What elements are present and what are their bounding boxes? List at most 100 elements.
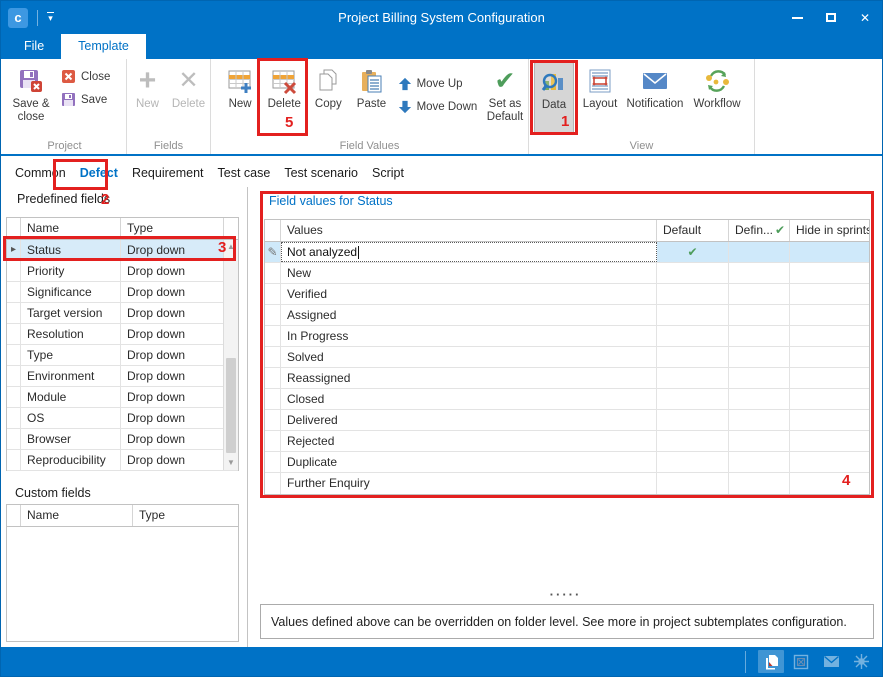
table-row[interactable]: Resolution Drop down [7, 324, 238, 345]
save-button[interactable]: Save [61, 90, 110, 109]
paste-icon [359, 64, 385, 98]
statusbar-data-view-icon[interactable] [758, 650, 784, 673]
default-check-cell[interactable]: ✔ [657, 242, 729, 262]
fields-new-button: + New [129, 62, 167, 111]
ribbon-tab-row: File Template [1, 34, 882, 59]
close-x-icon [61, 69, 76, 84]
table-row[interactable]: Solved [265, 347, 869, 368]
table-row[interactable]: OS Drop down [7, 408, 238, 429]
statusbar-separator [745, 651, 746, 673]
table-row[interactable]: Browser Drop down [7, 429, 238, 450]
notification-icon [641, 64, 669, 98]
table-row[interactable]: Further Enquiry [265, 473, 869, 494]
tab-script[interactable]: Script [366, 161, 410, 185]
table-row[interactable]: New [265, 263, 869, 284]
ribbon-group-field-values: New Delete [211, 59, 529, 154]
column-header-name[interactable]: Name [21, 505, 133, 526]
value-edit-cell[interactable]: Not analyzed [281, 242, 657, 262]
minimize-icon [792, 17, 803, 19]
column-header-hide-in-sprints[interactable]: Hide in sprints [790, 220, 869, 241]
tab-file[interactable]: File [7, 34, 61, 59]
defined-check-icon: ✔ [775, 220, 785, 241]
status-bar [1, 647, 882, 676]
vertical-scrollbar[interactable]: ▲ ▼ [223, 240, 238, 470]
table-row[interactable]: ✎ Not analyzed ✔ [265, 242, 869, 263]
maximize-button[interactable] [814, 1, 848, 34]
statusbar-notification-icon[interactable] [818, 650, 844, 673]
predefined-grid-header: Name Type [7, 218, 238, 240]
table-row[interactable]: Assigned [265, 305, 869, 326]
splitter-handle[interactable]: ····· [249, 587, 882, 602]
close-button[interactable]: Close [61, 67, 110, 86]
tab-requirement[interactable]: Requirement [126, 161, 210, 185]
set-as-default-button[interactable]: ✔ Set as Default [482, 62, 528, 124]
tab-test-scenario[interactable]: Test scenario [278, 161, 364, 185]
predefined-fields-label: Predefined fields [17, 192, 110, 206]
app-window: c ▾ Project Billing System Configuration… [0, 0, 883, 677]
table-row[interactable]: ▸ Status Drop down [7, 240, 238, 261]
move-down-button[interactable]: Move Down [398, 97, 482, 116]
tab-common[interactable]: Common [9, 161, 72, 185]
table-row[interactable]: Module Drop down [7, 387, 238, 408]
paste-button[interactable]: Paste [349, 62, 393, 111]
table-row[interactable]: Environment Drop down [7, 366, 238, 387]
workflow-view-button[interactable]: Workflow [688, 62, 746, 111]
row-indicator-arrow: ▸ [7, 240, 21, 260]
table-add-icon [227, 64, 254, 98]
table-row[interactable]: Verified [265, 284, 869, 305]
column-header-values[interactable]: Values [281, 220, 657, 241]
table-row[interactable]: Target version Drop down [7, 303, 238, 324]
statusbar-workflow-icon[interactable] [848, 650, 874, 673]
close-window-button[interactable]: ✕ [848, 1, 882, 34]
minimize-button[interactable] [780, 1, 814, 34]
layout-icon [587, 64, 613, 98]
template-tab-strip: Common Defect Requirement Test case Test… [1, 158, 882, 187]
move-up-button[interactable]: Move Up [398, 74, 482, 93]
table-row[interactable]: In Progress [265, 326, 869, 347]
data-icon [541, 65, 567, 99]
plus-icon: + [139, 64, 157, 98]
column-header-defined[interactable]: Defin... ✔ [729, 220, 790, 241]
arrow-up-icon [398, 77, 412, 91]
table-row[interactable]: Type Drop down [7, 345, 238, 366]
ribbon-group-fields: + New ✕ Delete Fields [127, 59, 211, 154]
column-header-name[interactable]: Name [21, 218, 121, 239]
workflow-icon [704, 64, 730, 98]
notification-view-button[interactable]: Notification [622, 62, 688, 111]
title-bar: c ▾ Project Billing System Configuration… [1, 1, 882, 34]
scrollbar-thumb[interactable] [226, 358, 236, 453]
field-values-grid-header: Values Default Defin... ✔ Hide in sprint… [265, 220, 869, 242]
scroll-down-icon[interactable]: ▼ [224, 456, 238, 470]
column-header-type[interactable]: Type [133, 505, 238, 526]
group-label-project: Project [3, 140, 126, 152]
save-close-icon [18, 64, 44, 98]
text-caret [358, 246, 359, 259]
copy-button[interactable]: Copy [307, 62, 349, 111]
field-values-new-button[interactable]: New [219, 62, 261, 111]
column-header-default[interactable]: Default [657, 220, 729, 241]
statusbar-layout-view-icon[interactable] [788, 650, 814, 673]
table-row[interactable]: Rejected [265, 431, 869, 452]
table-row[interactable]: Significance Drop down [7, 282, 238, 303]
column-header-type[interactable]: Type [121, 218, 224, 239]
table-row[interactable]: Priority Drop down [7, 261, 238, 282]
table-row[interactable]: Delivered [265, 410, 869, 431]
field-values-delete-button[interactable]: Delete [261, 62, 307, 111]
note-text: Values defined above can be overridden o… [271, 615, 847, 629]
note-box: Values defined above can be overridden o… [260, 604, 874, 639]
tab-template[interactable]: Template [61, 34, 146, 59]
save-and-close-button[interactable]: Save & close [7, 62, 55, 124]
table-row[interactable]: Reproducibility Drop down [7, 450, 238, 471]
layout-view-button[interactable]: Layout [578, 62, 622, 111]
tab-defect[interactable]: Defect [74, 161, 124, 185]
table-row[interactable]: Duplicate [265, 452, 869, 473]
save-icon [61, 92, 76, 107]
data-view-button[interactable]: Data [534, 62, 574, 135]
fields-delete-button: ✕ Delete [169, 62, 209, 111]
tab-test-case[interactable]: Test case [212, 161, 277, 185]
left-panel: Predefined fields Name Type ▸ Status Dro… [1, 187, 248, 647]
group-label-fields: Fields [127, 140, 210, 152]
table-row[interactable]: Closed [265, 389, 869, 410]
scroll-up-icon[interactable]: ▲ [224, 240, 238, 254]
table-row[interactable]: Reassigned [265, 368, 869, 389]
